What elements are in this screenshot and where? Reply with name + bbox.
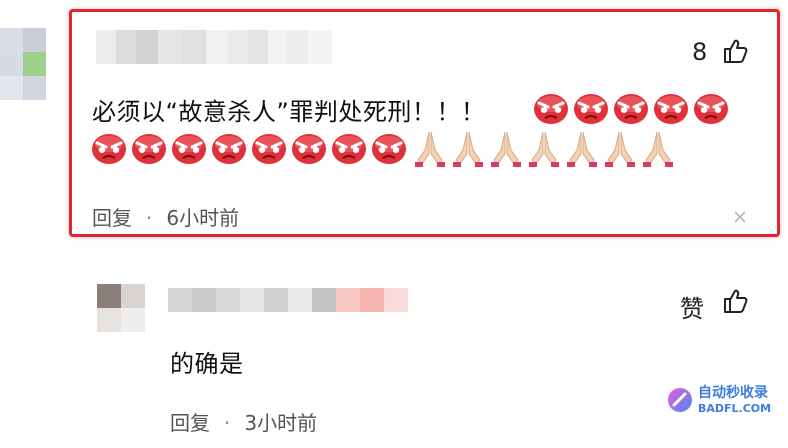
reply-button[interactable]: 回复: [170, 411, 210, 435]
comment-text: 必须以“故意杀人”罪判处死刑！！！: [92, 98, 486, 126]
watermark-logo-icon: [668, 388, 692, 412]
praying-hands-icon: [567, 131, 597, 167]
watermark: 自动秒收录 BADFL.COM: [666, 386, 771, 414]
angry-face-icon: [172, 134, 206, 164]
angry-face-icon: [92, 134, 126, 164]
praying-hands-icon: [415, 131, 445, 167]
close-icon[interactable]: [733, 208, 747, 229]
angry-face-icon: [574, 94, 608, 124]
reply-username-blurred: [168, 288, 408, 312]
comment-meta: 回复 · 6小时前: [92, 202, 239, 231]
reply-avatar-blurred: [97, 284, 145, 332]
angry-face-icon: [654, 94, 688, 124]
praying-hands-icon: [605, 131, 635, 167]
angry-face-icon: [252, 134, 286, 164]
praying-hands-icon: [453, 131, 483, 167]
watermark-en: BADFL.COM: [698, 402, 772, 415]
praying-hands-icon: [529, 131, 559, 167]
meta-separator: ·: [146, 206, 153, 230]
angry-face-icon: [212, 134, 246, 164]
username-blurred: [96, 30, 332, 64]
angry-emoji-row-1: [532, 90, 730, 126]
angry-face-icon: [372, 134, 406, 164]
meta-separator: ·: [224, 411, 231, 435]
reply-comment-text: 的确是: [170, 350, 244, 378]
angry-face-icon: [694, 94, 728, 124]
like-label: 赞: [680, 295, 704, 323]
parent-avatar-blurred: [0, 28, 46, 100]
comment-time: 6小时前: [166, 206, 240, 230]
thumbs-up-icon[interactable]: [722, 38, 748, 64]
angry-face-icon: [292, 134, 326, 164]
thumbs-up-icon[interactable]: [722, 288, 748, 314]
angry-emoji-row-2: [90, 130, 408, 166]
praying-hands-icon: [491, 131, 521, 167]
reply-comment-meta: 回复 · 3小时前: [170, 407, 317, 436]
comment-time: 3小时前: [244, 411, 318, 435]
watermark-cn: 自动秒收录: [698, 385, 768, 401]
angry-face-icon: [614, 94, 648, 124]
angry-face-icon: [332, 134, 366, 164]
angry-face-icon: [132, 134, 166, 164]
reply-button[interactable]: 回复: [92, 206, 132, 230]
angry-face-icon: [534, 94, 568, 124]
praying-hands-icon: [643, 131, 673, 167]
pray-emoji-row: [412, 128, 676, 168]
like-count: 8: [692, 38, 708, 66]
